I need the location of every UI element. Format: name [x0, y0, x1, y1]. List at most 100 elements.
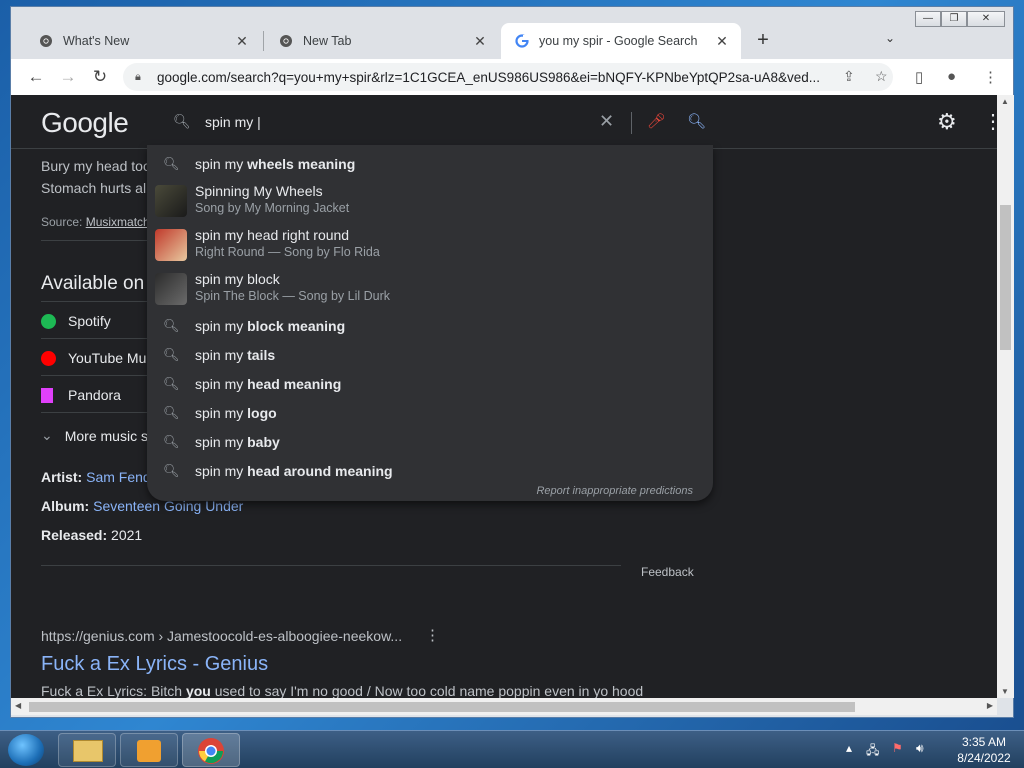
snippet-bold: you — [185, 683, 211, 698]
browser-window: What's New ✕ New Tab ✕ you my spir - Goo… — [10, 6, 1014, 718]
chrome-favicon-icon — [280, 35, 292, 47]
minimize-button[interactable]: — — [915, 11, 941, 27]
browser-toolbar: ← → ↻ 🔒︎ google.com/search?q=you+my+spir… — [11, 59, 1013, 95]
service-label: YouTube Mu — [68, 350, 147, 366]
suggestion-subtitle: Right Round — Song by Flo Rida — [195, 245, 380, 259]
search-box[interactable]: 🔍︎ spin my | ✕ 🎤︎ 🔍︎ — [159, 103, 711, 141]
pandora-icon — [41, 387, 53, 403]
volume-icon[interactable]: 🔊︎ — [916, 741, 924, 756]
tab-new-tab[interactable]: New Tab ✕ — [265, 23, 499, 59]
suggestion-item[interactable]: 🔍︎ spin my wheels meaning — [147, 149, 713, 178]
clock-date: 8/24/2022 — [957, 751, 1011, 765]
scroll-right-icon[interactable]: ▶ — [987, 701, 993, 710]
tab-label: New Tab — [303, 34, 352, 48]
result-title-link[interactable]: Fuck a Ex Lyrics - Genius — [41, 653, 268, 676]
suggestion-item[interactable]: 🔍︎ spin my head around meaning — [147, 456, 713, 485]
result-more-icon[interactable]: ⋮ — [425, 626, 440, 644]
system-clock[interactable]: 3:35 AM 8/24/2022 — [948, 734, 1020, 766]
scroll-down-icon[interactable]: ▼ — [1001, 687, 1009, 696]
song-thumbnail — [155, 229, 187, 261]
suggestion-title: spin my head right round — [195, 227, 350, 243]
microphone-icon[interactable]: 🎤︎ — [647, 112, 666, 130]
service-spotify[interactable]: Spotify — [41, 313, 111, 329]
settings-gear-icon[interactable]: ⚙ — [937, 109, 957, 135]
tab-close-icon[interactable]: ✕ — [471, 33, 489, 50]
vertical-scrollbar[interactable]: ▲ ▼ — [997, 95, 1014, 698]
result-snippet: Fuck a Ex Lyrics: Bitch you used to say … — [41, 683, 643, 698]
profile-avatar-icon[interactable]: ● — [947, 68, 956, 85]
search-icon: 🔍︎ — [163, 404, 180, 420]
report-predictions-link[interactable]: Report inappropriate predictions — [536, 485, 693, 497]
suggestion-item[interactable]: spin my block Spin The Block — Song by L… — [147, 267, 713, 311]
address-bar-url: google.com/search?q=you+my+spir&rlz=1C1G… — [157, 69, 820, 85]
taskbar-media-player[interactable] — [120, 733, 178, 767]
clock-time: 3:35 AM — [961, 735, 1007, 749]
bookmark-star-icon[interactable]: ☆ — [875, 68, 888, 85]
suggestion-item[interactable]: spin my head right round Right Round — S… — [147, 223, 713, 267]
tab-whats-new[interactable]: What's New ✕ — [25, 23, 261, 59]
search-icon: 🔍︎ — [163, 346, 180, 362]
service-youtube-music[interactable]: YouTube Mu — [41, 350, 146, 366]
lyrics-line: Bury my head too — [41, 158, 151, 174]
chrome-icon — [198, 738, 224, 764]
taskbar-chrome[interactable] — [182, 733, 240, 767]
taskbar: ▴ 🖧︎ ⚑ 🔊︎ 3:35 AM 8/24/2022 — [0, 730, 1024, 768]
service-label: Spotify — [68, 313, 111, 329]
new-tab-button[interactable]: + — [751, 29, 775, 52]
lyrics-line: Stomach hurts al — [41, 180, 147, 196]
search-icon: 🔍︎ — [163, 317, 180, 333]
back-arrow-icon[interactable]: ← — [25, 67, 47, 89]
divider — [41, 565, 621, 566]
suggestion-item[interactable]: 🔍︎ spin my block meaning — [147, 311, 713, 340]
feedback-link[interactable]: Feedback — [641, 565, 694, 579]
suggestion-item[interactable]: 🔍︎ spin my baby — [147, 427, 713, 456]
tab-search-chevron-icon[interactable]: ⌄ — [885, 31, 895, 45]
close-button[interactable]: ✕ — [967, 11, 1005, 27]
more-music-button[interactable]: ⌄ More music s — [41, 427, 148, 444]
source-link[interactable]: Musixmatch — [86, 215, 150, 229]
artist-link[interactable]: Sam Fend — [86, 469, 151, 485]
start-button[interactable] — [8, 734, 44, 766]
chrome-menu-icon[interactable]: ⋮ — [983, 68, 998, 86]
artist-row: Artist: Sam Fend — [41, 469, 151, 485]
scroll-up-icon[interactable]: ▲ — [1001, 97, 1009, 106]
suggestion-subtitle: Song by My Morning Jacket — [195, 201, 350, 215]
action-center-icon[interactable]: ⚑ — [892, 741, 903, 755]
suggestion-item[interactable]: 🔍︎ spin my head meaning — [147, 369, 713, 398]
search-icon: 🔍︎ — [163, 433, 180, 449]
search-submit-icon[interactable]: 🔍︎ — [687, 112, 706, 130]
scroll-left-icon[interactable]: ◀ — [15, 701, 21, 710]
scrollbar-thumb[interactable] — [29, 702, 855, 712]
tab-close-icon[interactable]: ✕ — [713, 33, 731, 50]
album-label: Album: — [41, 498, 90, 514]
suggestion-item[interactable]: 🔍︎ spin my tails — [147, 340, 713, 369]
forward-arrow-icon[interactable]: → — [57, 67, 79, 89]
service-label: Pandora — [68, 387, 121, 403]
google-g-icon — [515, 34, 529, 48]
google-logo[interactable]: Google — [41, 107, 129, 139]
tab-close-icon[interactable]: ✕ — [233, 33, 251, 50]
divider — [631, 112, 632, 134]
network-icon[interactable]: 🖧︎ — [866, 741, 879, 762]
taskbar-explorer[interactable] — [58, 733, 116, 767]
scrollbar-thumb[interactable] — [1000, 205, 1011, 350]
share-icon[interactable]: ⇪ — [843, 68, 855, 85]
show-hidden-icons-icon[interactable]: ▴ — [846, 741, 852, 755]
more-options-icon[interactable]: ⋮ — [983, 109, 997, 134]
spotify-icon — [41, 313, 56, 329]
search-input[interactable]: spin my | — [205, 114, 261, 130]
suggestion-item[interactable]: 🔍︎ spin my logo — [147, 398, 713, 427]
suggestion-item[interactable]: Spinning My Wheels Song by My Morning Ja… — [147, 179, 713, 223]
suggestion-text: spin my tails — [195, 346, 276, 363]
tab-google-search[interactable]: you my spir - Google Search ✕ — [501, 23, 741, 59]
horizontal-scrollbar[interactable]: ◀ ▶ — [11, 698, 997, 715]
address-bar[interactable]: 🔒︎ google.com/search?q=you+my+spir&rlz=1… — [123, 63, 893, 91]
autocomplete-dropdown: 🔍︎ spin my wheels meaning Spinning My Wh… — [147, 145, 713, 501]
restore-button[interactable]: ❐ — [941, 11, 967, 27]
clear-icon[interactable]: ✕ — [599, 111, 614, 132]
side-panel-icon[interactable]: ▯ — [915, 68, 923, 86]
chevron-down-icon: ⌄ — [41, 427, 53, 443]
service-pandora[interactable]: Pandora — [41, 387, 121, 403]
youtube-music-icon — [41, 350, 56, 366]
reload-icon[interactable]: ↻ — [89, 67, 111, 89]
